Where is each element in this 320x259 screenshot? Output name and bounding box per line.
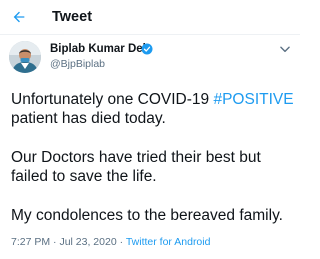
tweet-text-segment: Unfortunately one COVID-19 <box>11 91 214 108</box>
tweet-time: 7:27 PM <box>11 236 51 248</box>
back-button[interactable] <box>8 6 30 28</box>
author-name[interactable]: Biplab Kumar Deb <box>50 42 150 56</box>
avatar[interactable] <box>9 41 41 73</box>
tweet-text-line: Unfortunately one COVID-19 #POSITIVE <box>11 90 294 109</box>
author-handle[interactable]: @BjpBiplab <box>50 58 105 71</box>
tweet-text-line: patient has died today. <box>11 110 166 127</box>
header-divider <box>0 34 300 35</box>
verified-badge-icon <box>141 43 153 55</box>
tweet-text-line: failed to save the life. <box>11 168 157 185</box>
page-title: Tweet <box>52 9 93 25</box>
hashtag-link[interactable]: #POSITIVE <box>213 91 293 108</box>
tweet-meta: 7:27 PM · Jul 23, 2020 · Twitter for And… <box>11 236 210 249</box>
arrow-left-icon <box>13 11 25 23</box>
meta-separator: · <box>116 236 126 248</box>
tweet-source-link[interactable]: Twitter for Android <box>126 236 211 248</box>
top-bar: Tweet <box>0 0 300 34</box>
tweet-text-line: Our Doctors have tried their best but <box>11 149 261 166</box>
tweet-text-line: My condolences to the bereaved family. <box>11 207 283 224</box>
tweet-date: Jul 23, 2020 <box>59 236 117 248</box>
chevron-down-icon[interactable] <box>278 42 292 56</box>
